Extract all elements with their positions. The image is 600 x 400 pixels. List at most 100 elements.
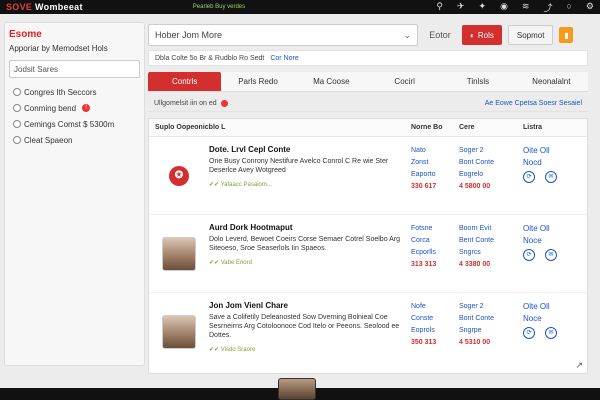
pin-icon[interactable]: ⚲ — [436, 1, 443, 14]
row-col2: Soger 2 Bont Conte Sngrpe 4 5310 00 — [459, 293, 523, 371]
wifi-icon[interactable]: ≋ — [522, 1, 530, 14]
row-thumbnail: ✪ — [149, 137, 209, 214]
search-row: Hober Jom More ⌄ Eotor ◐ Rols Sopmot ▮ — [148, 22, 588, 48]
row-col3: Olte Oll Noce ⟳ ✉ — [523, 215, 583, 292]
gear-icon[interactable]: ⚙ — [586, 1, 594, 14]
globe-icon[interactable]: ◉ — [500, 1, 508, 14]
row-meta: ✔✔ Yafaacc Pasaiom... — [209, 182, 272, 188]
table-row[interactable]: Aurd Dork Hootmaput Dolo Leverd, Bewoet … — [149, 215, 587, 293]
row-col3: Olte Oll Noce ⟳ ✉ — [523, 293, 583, 371]
row-actions: ⟳ ✉ — [523, 327, 583, 339]
send-icon[interactable]: ✈ — [457, 1, 465, 14]
tab-contrls[interactable]: Contrls — [148, 72, 222, 91]
check-icon: ✔✔ — [209, 182, 220, 188]
sidebar-search-input[interactable] — [9, 60, 140, 78]
chat-icon[interactable]: ✉ — [545, 249, 557, 261]
check-icon: ✔✔ — [209, 260, 220, 266]
sidebar: Esome Apporiar by Memodset Hols Congres … — [4, 22, 145, 366]
sidebar-title: Esome — [9, 29, 42, 40]
tab-parls-redo[interactable]: Parls Redo — [221, 72, 294, 91]
search-value: Hober Jom More — [155, 30, 223, 40]
sidebar-option[interactable]: Cleat Spaeon — [9, 132, 140, 148]
topbar-icons: ⚲ ✈ ✦ ◉ ≋ ⤴ ○ ⚙ — [436, 1, 594, 14]
header-main[interactable]: Suplo Oopeonicblo L — [149, 124, 411, 131]
row-title[interactable]: Dote. Lrvl Cepl Conte — [209, 145, 405, 154]
sidebar-option-label: Cleat Spaeon — [24, 135, 73, 145]
header-col3[interactable]: Listra — [523, 124, 583, 131]
sidebar-option[interactable]: Congres Ith Seccors — [9, 84, 140, 100]
info-link[interactable]: Cor Nore — [270, 55, 298, 62]
radio-icon[interactable] — [13, 120, 21, 128]
person-photo — [162, 315, 196, 349]
table-row[interactable]: Jon Jom Vienl Chare Save a Colifetily De… — [149, 293, 587, 371]
app-name: Wombeeat — [35, 2, 83, 12]
row-info: Dote. Lrvl Cepl Conte One Busy Conrony N… — [209, 137, 411, 214]
primary-button[interactable]: ◐ Rols — [462, 25, 502, 45]
radio-icon[interactable] — [13, 88, 21, 96]
filter-text: Ullgomelsit iin on ed — [154, 100, 217, 107]
row-description: Dolo Leverd, Bewoet Coeirs Corse Semaer … — [209, 236, 401, 252]
info-text: Dbla Colte 5o Br & Rudblo Ro Sedt — [155, 54, 265, 62]
row-price-1: 350 313 — [411, 339, 437, 346]
row-price-1: 330 617 — [411, 183, 437, 190]
primary-button-label: Rols — [477, 30, 494, 40]
results-table: Suplo Oopeonicblo L Norne Bo Cere Listra… — [148, 118, 588, 374]
row-description: One Busy Conrony Nestifure Avelco Conrol… — [209, 158, 389, 174]
tab-neonalalnt[interactable]: Neonalalnt — [515, 72, 588, 91]
resize-icon[interactable]: ↗ — [575, 360, 583, 371]
sidebar-option-label: Conming bend — [24, 103, 77, 113]
alert-badge-icon: ! — [82, 104, 91, 112]
row-col1: Fotsne Corca Ecporlls 313 313 — [411, 215, 459, 292]
filter-button[interactable]: Eotor — [424, 30, 456, 40]
row-price-2: 4 3380 00 — [459, 261, 491, 268]
row-meta: ✔✔ Visdo Sraore — [209, 347, 256, 353]
row-title[interactable]: Aurd Dork Hootmaput — [209, 223, 405, 232]
tab-cocirl[interactable]: Cocirl — [368, 72, 441, 91]
row-meta: ✔✔ Vabe Eriord — [209, 260, 252, 266]
link-icon[interactable]: ⟳ — [523, 171, 535, 183]
row-col2: Boorn Evit Bent Conte Sngrcs 4 3380 00 — [459, 215, 523, 292]
status-text: Pearleb Buy verdes — [192, 4, 246, 10]
row-title[interactable]: Jon Jom Vienl Chare — [209, 301, 405, 310]
row-actions: ⟳ ✉ — [523, 171, 583, 183]
header-col1[interactable]: Norne Bo — [411, 124, 459, 131]
chat-icon[interactable]: ✉ — [545, 171, 557, 183]
secondary-button[interactable]: Sopmot — [507, 25, 554, 45]
row-thumbnail — [149, 215, 209, 292]
row-info: Aurd Dork Hootmaput Dolo Leverd, Bewoet … — [209, 215, 411, 292]
ring-icon[interactable]: ○ — [566, 1, 571, 14]
main-content: Hober Jom More ⌄ Eotor ◐ Rols Sopmot ▮ D… — [148, 22, 588, 382]
row-price-1: 313 313 — [411, 261, 437, 268]
search-input[interactable]: Hober Jom More ⌄ — [148, 24, 418, 46]
alert-dot-icon — [220, 100, 228, 107]
row-col1: Nato Zonst Eaporto 330 617 — [411, 137, 459, 214]
sidebar-option[interactable]: Cemings Comst $ 5300m — [9, 116, 140, 132]
table-header: Suplo Oopeonicblo L Norne Bo Cere Listra — [149, 119, 587, 137]
chat-icon[interactable]: ✉ — [545, 327, 557, 339]
avatar[interactable] — [278, 378, 316, 400]
bookmark-icon[interactable]: ▮ — [559, 27, 574, 43]
bag-icon: ◐ — [470, 30, 475, 40]
link-icon[interactable]: ⟳ — [523, 327, 535, 339]
row-description: Save a Colifetily Deleanosted Sow Dverni… — [209, 314, 400, 339]
radio-icon[interactable] — [13, 136, 21, 144]
tab-tinlsls[interactable]: Tinlsls — [441, 72, 514, 91]
star-icon[interactable]: ✦ — [479, 1, 487, 14]
link-icon[interactable]: ⟳ — [523, 249, 535, 261]
row-col1: Nofe Conste Eoprols 350 313 — [411, 293, 459, 371]
row-info: Jon Jom Vienl Chare Save a Colifetily De… — [209, 293, 411, 371]
share-icon[interactable]: ⤴ — [543, 1, 552, 14]
filter-link[interactable]: Ae Eowe Cpetsa Soesr Sesaiel — [485, 100, 582, 107]
radio-icon[interactable] — [13, 104, 21, 112]
row-price-2: 4 5800 00 — [459, 183, 491, 190]
brand-name: SOVE — [6, 2, 33, 12]
sidebar-option[interactable]: Conming bend ! — [9, 100, 140, 116]
sidebar-option-label: Cemings Comst $ 5300m — [24, 119, 115, 129]
table-row[interactable]: ✪ Dote. Lrvl Cepl Conte One Busy Conrony… — [149, 137, 587, 215]
tab-bar: Contrls Parls Redo Ma Coose Cocirl Tinls… — [148, 72, 588, 92]
app-logo: SOVE Wombeeat — [6, 2, 83, 12]
row-col2: Soger 2 Bont Conte Eogrelo 4 5800 00 — [459, 137, 523, 214]
header-col2[interactable]: Cere — [459, 124, 523, 131]
tab-ma-coose[interactable]: Ma Coose — [295, 72, 368, 91]
chevron-down-icon[interactable]: ⌄ — [403, 30, 411, 41]
